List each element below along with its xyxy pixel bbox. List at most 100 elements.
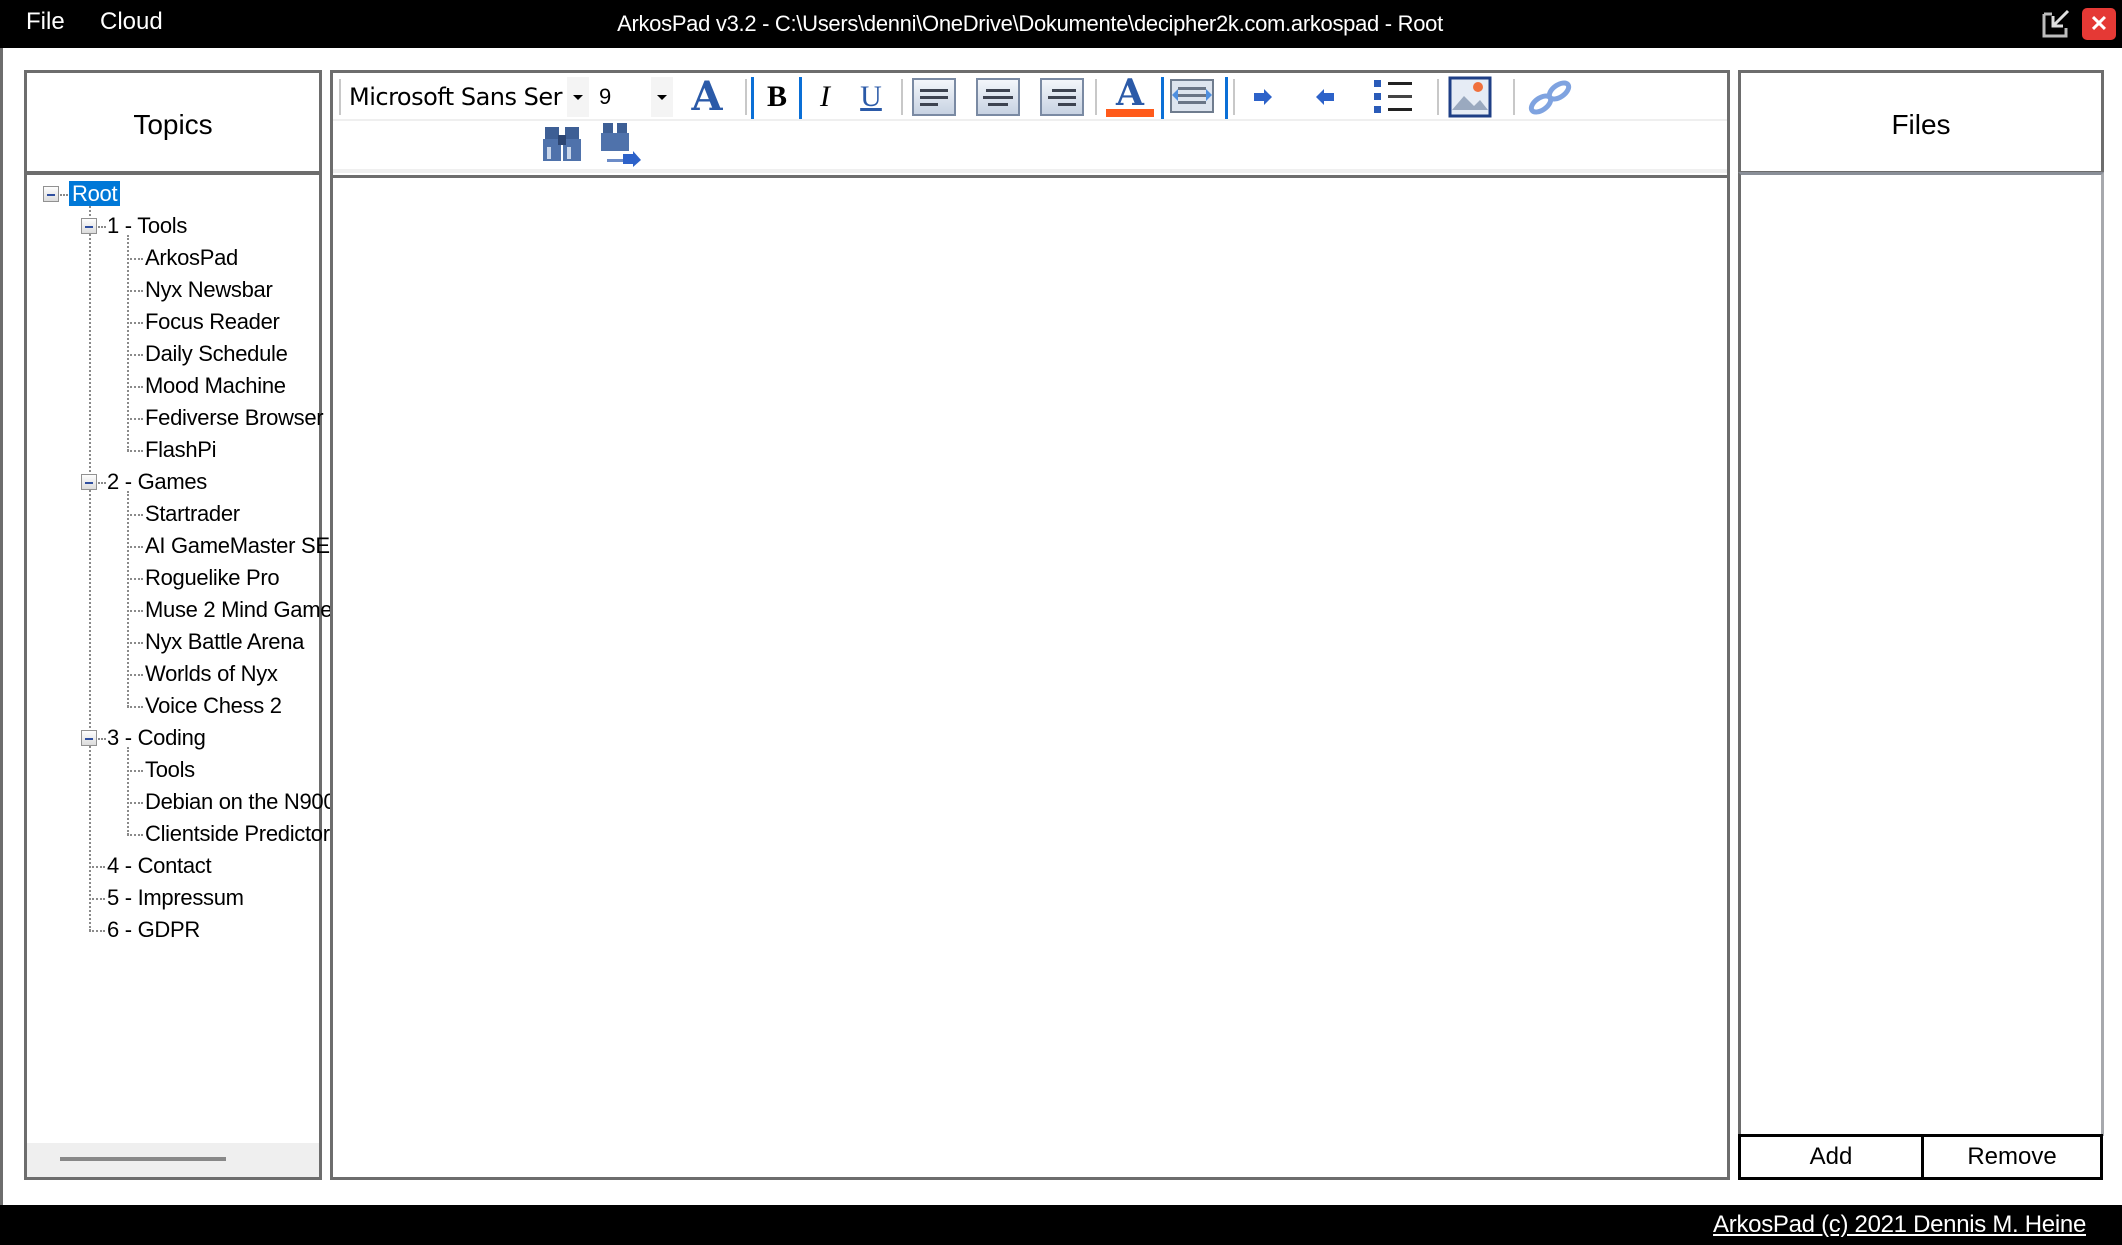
- align-center-button[interactable]: [973, 77, 1023, 117]
- tree-node-leaf[interactable]: Startrader: [145, 499, 240, 529]
- align-left-icon: [912, 78, 956, 116]
- tree-node-label: 5 - Impressum: [107, 885, 244, 910]
- tree-connector: [98, 482, 106, 484]
- topics-header: Topics: [24, 70, 322, 174]
- underline-button[interactable]: U: [849, 77, 893, 117]
- insert-link-button[interactable]: [1523, 77, 1579, 117]
- tree-node-leaf[interactable]: Daily Schedule: [145, 339, 288, 369]
- tree-connector: [127, 834, 143, 836]
- tree-node-leaf[interactable]: ArkosPad: [145, 243, 238, 273]
- status-bar: ArkosPad (c) 2021 Dennis M. Heine: [0, 1205, 2122, 1245]
- tree-node-category[interactable]: 2 - Games: [107, 467, 207, 497]
- topics-tree[interactable]: Root 1 - Tools ArkosPad Nyx Newsbar Focus Re…: [24, 172, 343, 1180]
- tree-connector: [60, 194, 68, 196]
- tree-connector: [127, 514, 143, 516]
- tree-node-leaf[interactable]: Nyx Battle Arena: [145, 627, 304, 657]
- outdent-button[interactable]: [1243, 77, 1283, 117]
- tree-node-leaf[interactable]: Tools: [145, 755, 195, 785]
- tree-node-leaf[interactable]: Muse 2 Mind Games: [145, 595, 343, 625]
- tree-node-leaf[interactable]: FlashPi: [145, 435, 217, 465]
- tree-node-leaf[interactable]: Clientside Predictor: [145, 819, 330, 849]
- tree-node-leaf[interactable]: Worlds of Nyx: [145, 659, 278, 689]
- toolbar-separator: [901, 79, 903, 115]
- indent-button[interactable]: [1305, 77, 1345, 117]
- align-right-button[interactable]: [1037, 77, 1087, 117]
- close-icon: ✕: [2089, 11, 2109, 36]
- indent-icon: [1316, 89, 1334, 105]
- insert-link-icon: [1528, 80, 1572, 115]
- find-next-button[interactable]: [599, 123, 647, 167]
- tree-node-label: 2 - Games: [107, 469, 207, 494]
- tree-node-leaf[interactable]: Debian on the N900: [145, 787, 336, 817]
- tree-connector: [127, 386, 143, 388]
- collapse-toggle-icon[interactable]: [43, 186, 59, 202]
- restore-down-button[interactable]: [2040, 8, 2074, 40]
- toolbar-separator: [1161, 77, 1164, 119]
- scrollbar-thumb[interactable]: [60, 1157, 226, 1161]
- font-family-select[interactable]: Microsoft Sans Ser: [349, 79, 585, 115]
- tree-node-category[interactable]: 1 - Tools: [107, 211, 187, 241]
- tree-connector: [127, 706, 143, 708]
- tree-connector: [127, 235, 129, 451]
- collapse-toggle-icon[interactable]: [81, 218, 97, 234]
- tree-connector: [127, 610, 143, 612]
- tree-node-category[interactable]: 6 - GDPR: [107, 915, 200, 945]
- tree-node-leaf[interactable]: Focus Reader: [145, 307, 280, 337]
- window-border: [0, 48, 3, 1205]
- topics-title: Topics: [133, 109, 213, 140]
- editor-panel: Microsoft Sans Ser 9 A B I U A: [330, 70, 1730, 1180]
- tree-node-label: Nyx Battle Arena: [145, 629, 305, 654]
- find-next-icon: [601, 123, 641, 167]
- rich-text-editor[interactable]: [333, 175, 1727, 1177]
- files-list[interactable]: [1738, 172, 2104, 1136]
- text-color-icon: A: [1116, 72, 1144, 114]
- search-toolbar: [333, 123, 1727, 173]
- horizontal-scrollbar[interactable]: [27, 1143, 319, 1177]
- font-family-dropdown-arrow[interactable]: [567, 77, 589, 117]
- tree-node-label: Worlds of Nyx: [145, 661, 278, 686]
- tree-node-category[interactable]: 3 - Coding: [107, 723, 206, 753]
- italic-button[interactable]: I: [803, 77, 847, 117]
- tree-connector: [127, 770, 143, 772]
- toolbar-separator: [751, 77, 754, 119]
- font-icon[interactable]: A: [683, 77, 731, 117]
- align-left-button[interactable]: [909, 77, 959, 117]
- tree-node-leaf[interactable]: AI GameMaster SE: [145, 531, 330, 561]
- close-button[interactable]: ✕: [2082, 8, 2116, 40]
- tree-node-label: Nyx Newsbar: [145, 277, 273, 302]
- tree-node-label: 1 - Tools: [107, 213, 188, 238]
- tree-node-root[interactable]: Root: [69, 179, 121, 209]
- tree-connector: [127, 747, 129, 835]
- tree-node-label: ArkosPad: [145, 245, 238, 270]
- tree-node-label: 3 - Coding: [107, 725, 206, 750]
- collapse-toggle-icon[interactable]: [81, 730, 97, 746]
- format-toolbar: Microsoft Sans Ser 9 A B I U A: [333, 73, 1727, 121]
- tree-node-leaf[interactable]: Mood Machine: [145, 371, 286, 401]
- copyright-link[interactable]: ArkosPad (c) 2021 Dennis M. Heine: [1713, 1211, 2086, 1239]
- tree-node-leaf[interactable]: Fediverse Browser: [145, 403, 324, 433]
- text-color-button[interactable]: A: [1105, 72, 1155, 117]
- remove-file-button[interactable]: Remove: [1921, 1134, 2103, 1180]
- tree-node-category[interactable]: 5 - Impressum: [107, 883, 244, 913]
- tree-connector: [127, 546, 143, 548]
- tree-node-leaf[interactable]: Voice Chess 2: [145, 691, 282, 721]
- find-icon: [543, 127, 581, 161]
- tree-connector: [89, 203, 91, 931]
- bold-button[interactable]: B: [755, 77, 799, 117]
- bullet-list-button[interactable]: [1369, 77, 1419, 117]
- outdent-icon: [1254, 89, 1272, 105]
- add-file-button[interactable]: Add: [1738, 1134, 1924, 1180]
- find-button[interactable]: [539, 125, 587, 165]
- tree-node-leaf[interactable]: Nyx Newsbar: [145, 275, 273, 305]
- tree-node-label: Mood Machine: [145, 373, 286, 398]
- background-color-button[interactable]: [1167, 77, 1217, 117]
- files-title: Files: [1891, 109, 1951, 140]
- toolbar-grip: [339, 79, 341, 115]
- insert-image-button[interactable]: [1445, 76, 1495, 118]
- toolbar-separator: [1095, 79, 1097, 115]
- tree-node-leaf[interactable]: Roguelike Pro: [145, 563, 280, 593]
- tree-node-category[interactable]: 4 - Contact: [107, 851, 212, 881]
- collapse-toggle-icon[interactable]: [81, 474, 97, 490]
- font-size-dropdown-arrow[interactable]: [651, 77, 673, 117]
- font-size-select[interactable]: 9: [599, 79, 659, 115]
